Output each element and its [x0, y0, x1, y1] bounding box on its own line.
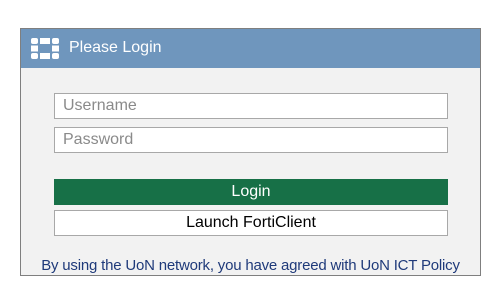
username-input[interactable] [54, 93, 448, 119]
login-button[interactable]: Login [54, 179, 448, 205]
password-input[interactable] [54, 127, 448, 153]
panel-header: Please Login [21, 29, 480, 68]
panel-title: Please Login [69, 39, 162, 56]
ict-policy-notice: By using the UoN network, you have agree… [41, 257, 460, 274]
login-panel: Please Login Login Launch FortiClient By… [20, 28, 481, 276]
fortinet-logo-icon [31, 38, 59, 59]
launch-forticlient-button[interactable]: Launch FortiClient [54, 210, 448, 236]
